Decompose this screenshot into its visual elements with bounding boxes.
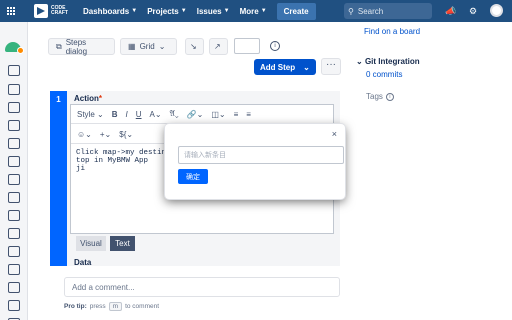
create-button[interactable]: Create [276,2,316,20]
add-step-label: Add Step [260,62,296,72]
new-entry-dialog: × 请输入新条目 确定 [165,124,345,199]
project-sidebar [0,22,28,320]
chevron-down-icon: ▼ [131,8,138,14]
protip-suffix: to comment [125,303,160,310]
grid-label: Grid [139,42,155,51]
comment-input[interactable]: Add a comment... [64,277,340,297]
emoji-icon[interactable]: ☺⌄ [77,130,92,139]
bullet-list-icon[interactable]: ≡ [234,110,239,119]
chevron-down-icon: ⌄ [158,42,166,51]
style-label: Style [77,109,95,119]
nav-issues-label: Issues [196,6,222,16]
archive-icon[interactable] [8,282,20,293]
protip-press: press [89,303,106,310]
search-icon: ⚲ [348,6,354,16]
notification-badge [17,47,24,54]
editor-toolbar-row-1: Style ⌄ B I U A⌄ 𝔄⌄ 🔗⌄ ◫⌄ ≡ ≡ [71,105,333,124]
search-input[interactable]: ⚲ Search [344,3,432,19]
italic-icon[interactable]: I [126,110,128,119]
logo-mark-icon [34,4,48,18]
protip-key: m [108,302,123,311]
nav-projects-label: Projects [147,6,179,16]
tags-field: Tags i [366,92,394,101]
grid-view-button[interactable]: ▦ Grid ⌄ [120,38,177,55]
top-navigation: CODE CRAFT Dashboards ▼ Projects ▼ Issues ▼… [0,0,512,22]
step-number: 1 [50,91,67,266]
chevron-down-icon[interactable]: ⌄ [356,57,363,66]
macro-icon[interactable]: ${⌄ [119,130,133,139]
expand-icon[interactable]: ↗ [209,38,228,55]
protip: Pro tip: press m to comment [64,302,159,311]
chevron-down-icon: ▼ [180,8,187,14]
attachment-icon[interactable]: ◫⌄ [211,110,225,119]
chevron-down-icon: ▼ [223,8,230,14]
nav-issues[interactable]: Issues ▼ [197,7,230,16]
text-style-icon[interactable]: 𝔄⌄ [170,109,179,119]
gear-icon[interactable]: ⚙ [466,4,480,18]
nav-dashboards-label: Dashboards [83,6,130,16]
test-cases-icon[interactable] [8,156,20,167]
bold-icon[interactable]: B [112,110,118,119]
tab-text[interactable]: Text [110,236,135,251]
steps-dialog-button[interactable]: ⧉ Steps dialog [48,37,115,56]
info-icon[interactable]: i [385,92,394,101]
zoom-input[interactable] [234,38,260,54]
close-icon[interactable]: × [332,129,337,139]
automation-icon[interactable] [8,246,20,257]
chevron-down-icon: ⌄ [97,109,104,119]
test-plan-icon[interactable] [8,210,20,221]
git-title-text: Git Integration [364,57,420,66]
data-label: Data [74,258,92,267]
steps-dialog-label: Steps dialog [65,37,88,56]
components-icon[interactable] [8,174,20,185]
logo-text: CODE CRAFT [51,5,68,16]
nav-dashboards[interactable]: Dashboards ▼ [83,7,137,16]
new-entry-input[interactable]: 请输入新条目 [178,146,344,164]
chevron-down-icon: ▼ [260,8,267,14]
settings-icon[interactable] [8,228,20,239]
find-on-board-link[interactable]: Find on a board [364,27,420,36]
backlog-icon[interactable] [8,65,20,76]
megaphone-icon[interactable]: 📣 [444,4,458,18]
add-step-button[interactable]: Add Step ⌄ [254,59,316,75]
action-label: Action* [74,94,102,103]
find-board-label: Find on a board [364,27,421,36]
app-switcher-icon[interactable] [0,0,22,22]
text-color-icon[interactable]: A⌄ [150,110,162,119]
tab-visual[interactable]: Visual [76,236,106,251]
action-label-text: Action [74,94,99,103]
collapse-icon[interactable]: ↘ [185,38,204,55]
structure-icon[interactable] [8,264,20,275]
external-link-icon: ⧉ [56,41,62,51]
board-icon[interactable] [8,84,20,95]
issues-icon[interactable] [8,138,20,149]
nav-projects[interactable]: Projects ▼ [147,7,187,16]
required-mark: * [98,94,103,103]
more-actions-button[interactable]: ··· [321,58,341,75]
search-placeholder: Search [357,6,384,16]
protip-label: Pro tip: [64,303,87,310]
grid-icon: ▦ [128,42,136,51]
insert-icon[interactable]: +⌄ [100,130,111,139]
nav-more[interactable]: More ▼ [240,7,267,16]
editor-content[interactable]: Click map->my destinat top in MyBMW App … [76,149,175,173]
logo[interactable]: CODE CRAFT [34,4,73,18]
avatar[interactable] [490,4,503,17]
git-integration-title: ⌄ Git Integration [356,57,420,66]
underline-icon[interactable]: U [136,110,142,119]
tags-label: Tags [366,92,383,101]
confirm-button[interactable]: 确定 [178,169,208,184]
nav-more-label: More [239,6,259,16]
chevron-down-icon: ⌄ [303,62,310,72]
git-commits-link[interactable]: 0 commits [366,70,402,79]
reports-icon[interactable] [8,120,20,131]
style-dropdown[interactable]: Style ⌄ [77,110,104,119]
link-icon[interactable]: 🔗⌄ [187,110,204,119]
document-icon[interactable] [8,300,20,311]
info-icon[interactable]: i [270,41,280,51]
releases-icon[interactable] [8,102,20,113]
numbered-list-icon[interactable]: ≡ [246,110,251,119]
code-icon[interactable] [8,192,20,203]
